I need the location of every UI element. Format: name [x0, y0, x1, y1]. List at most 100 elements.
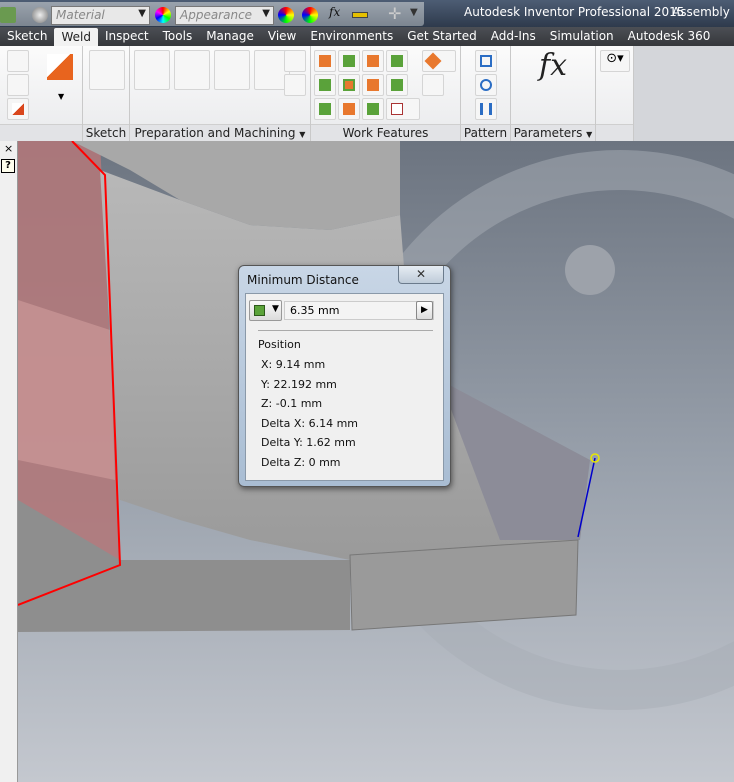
- circular-pattern-button[interactable]: [475, 74, 497, 96]
- ribbon-tabs: Sketch Weld Inspect Tools Manage View En…: [0, 27, 734, 47]
- position-y: Y: 22.192 mm: [261, 378, 337, 391]
- chevron-down-icon: ▼: [586, 130, 593, 139]
- bolt-hole: [565, 245, 615, 295]
- tab-inspect[interactable]: Inspect: [98, 27, 156, 46]
- panel-parameters: fx Parameters ▼: [511, 46, 596, 141]
- delta-y: Delta Y: 1.62 mm: [261, 436, 356, 449]
- appearance-combo[interactable]: Appearance ▼: [175, 6, 274, 25]
- ucs-button[interactable]: [422, 74, 444, 96]
- tab-sketch[interactable]: Sketch: [0, 27, 54, 46]
- divider: [258, 330, 433, 331]
- dialog-body: ▼ 6.35 mm ▶ Position X: 9.14 mm Y: 22.192…: [245, 293, 444, 481]
- clear-appearance-icon[interactable]: [302, 7, 318, 23]
- customize-icon[interactable]: ▼: [410, 7, 418, 18]
- weld-bead-button[interactable]: [7, 98, 29, 120]
- tab-autodesk-360[interactable]: Autodesk 360: [621, 27, 718, 46]
- play-icon: ▶: [421, 305, 428, 315]
- tab-tools[interactable]: Tools: [156, 27, 200, 46]
- position-label: Position: [258, 338, 301, 351]
- work-plane-12-button[interactable]: [386, 98, 420, 120]
- dialog-title: Minimum Distance: [247, 273, 359, 287]
- panel-extra: ⊙▾: [596, 46, 634, 141]
- material-icon: [32, 7, 48, 23]
- close-pane-button[interactable]: ×: [4, 142, 13, 155]
- select-icon[interactable]: [0, 7, 16, 23]
- move-face-button[interactable]: [284, 74, 306, 96]
- tab-get-started[interactable]: Get Started: [400, 27, 484, 46]
- quick-access-toolbar: Material ▼ Appearance ▼ fx ✛ ▼ Autodesk In…: [0, 0, 734, 27]
- work-plane-button[interactable]: [314, 50, 336, 72]
- weld-calculator-button[interactable]: ▼: [43, 50, 79, 101]
- parameters-fx-button[interactable]: fx: [539, 48, 567, 83]
- work-plane-9-button[interactable]: [314, 98, 336, 120]
- panel-label-text: Parameters: [513, 126, 583, 140]
- 3d-sketch-button[interactable]: [89, 50, 125, 90]
- chevron-down-icon: ▼: [58, 92, 65, 101]
- fx-icon[interactable]: fx: [329, 5, 340, 19]
- work-plane-8-button[interactable]: [386, 74, 408, 96]
- panel-label-parameters[interactable]: Parameters ▼: [511, 124, 595, 141]
- panel-work-features: Work Features: [311, 46, 461, 141]
- hole-button[interactable]: [214, 50, 250, 90]
- browser-pane: × ?: [0, 141, 18, 782]
- work-plane-2-button[interactable]: [338, 50, 360, 72]
- chevron-down-icon: ▼: [138, 8, 146, 19]
- material-placeholder: Material: [56, 8, 105, 22]
- tab-environments[interactable]: Environments: [303, 27, 400, 46]
- panel-sketch: Sketch: [83, 46, 130, 141]
- work-plane-10-button[interactable]: [338, 98, 360, 120]
- help-icon[interactable]: ?: [1, 159, 15, 173]
- tab-face: [349, 539, 579, 631]
- work-plane-7-button[interactable]: [362, 74, 384, 96]
- tab-view[interactable]: View: [261, 27, 303, 46]
- material-combo[interactable]: Material ▼: [51, 6, 150, 25]
- position-z: Z: -0.1 mm: [261, 397, 323, 410]
- chevron-circle-icon: ⊙▾: [606, 51, 624, 66]
- plus-icon[interactable]: ✛: [388, 4, 401, 23]
- chevron-down-icon: ▼: [299, 130, 306, 139]
- tab-add-ins[interactable]: Add-Ins: [484, 27, 543, 46]
- panel-pattern: Pattern: [461, 46, 511, 141]
- selected-face-highlight: [18, 300, 115, 480]
- panel-label-sketch[interactable]: Sketch: [83, 124, 129, 141]
- measure-icon[interactable]: [352, 12, 368, 18]
- panel-label-work: Work Features: [311, 124, 460, 141]
- appearance-icon: [155, 7, 171, 23]
- chamfer-button[interactable]: [284, 50, 306, 72]
- work-plane-3-button[interactable]: [362, 50, 384, 72]
- minimum-distance-dialog: Minimum Distance ✕ ▼ 6.35 mm ▶ Position X…: [238, 265, 451, 487]
- tab-simulation[interactable]: Simulation: [543, 27, 621, 46]
- work-plane-6-button[interactable]: [338, 74, 360, 96]
- sketch-line-button[interactable]: [7, 50, 29, 72]
- work-plane-4-button[interactable]: [386, 50, 408, 72]
- panel-label-prep[interactable]: Preparation and Machining ▼: [130, 124, 310, 141]
- select-filter-button[interactable]: ▼: [249, 300, 282, 321]
- revolve-button[interactable]: [174, 50, 210, 90]
- adjust-appearance-icon[interactable]: [278, 7, 294, 23]
- extrude-button[interactable]: [134, 50, 170, 90]
- expand-button[interactable]: ▶: [416, 301, 433, 320]
- tab-manage[interactable]: Manage: [199, 27, 261, 46]
- panel-weld-tools: ▼: [0, 46, 83, 141]
- close-button[interactable]: ✕: [398, 266, 444, 284]
- panel-label-extra: [596, 124, 633, 141]
- work-point-button[interactable]: [422, 50, 456, 72]
- panel-label-pattern: Pattern: [461, 124, 510, 141]
- work-plane-5-button[interactable]: [314, 74, 336, 96]
- quick-access-bar: Material ▼ Appearance ▼ fx ✛ ▼: [0, 2, 424, 26]
- document-title: Assembly S: [672, 5, 734, 19]
- delta-x: Delta X: 6.14 mm: [261, 417, 359, 430]
- chevron-down-icon: ▼: [272, 304, 279, 314]
- panel-label-weld: [0, 124, 82, 141]
- select-face-icon: [254, 305, 265, 316]
- delta-z: Delta Z: 0 mm: [261, 456, 341, 469]
- tab-weld[interactable]: Weld: [54, 28, 98, 47]
- rectangular-pattern-button[interactable]: [475, 50, 497, 72]
- mirror-button[interactable]: [475, 98, 497, 120]
- panel-preparation: Preparation and Machining ▼: [130, 46, 311, 141]
- work-plane-11-button[interactable]: [362, 98, 384, 120]
- more-dropdown-button[interactable]: ⊙▾: [600, 50, 630, 72]
- distance-value: 6.35 mm ▶: [284, 301, 434, 320]
- weld-symbol-button[interactable]: [7, 74, 29, 96]
- chevron-down-icon: ▼: [262, 8, 270, 19]
